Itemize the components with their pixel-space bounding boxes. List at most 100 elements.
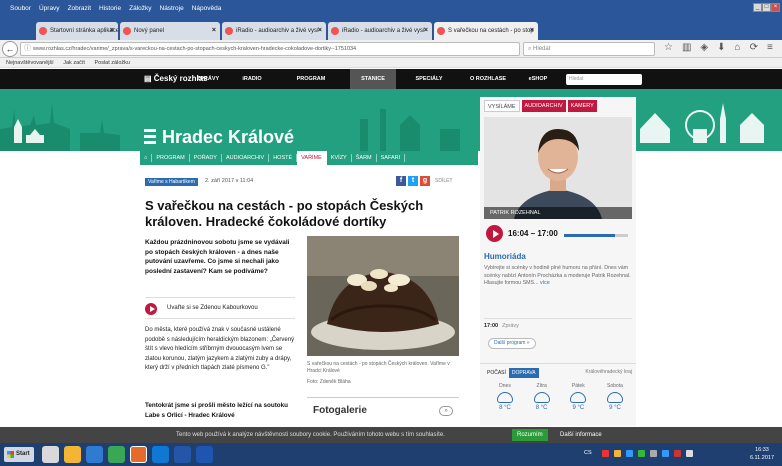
menu-item[interactable]: Úpravy bbox=[35, 0, 64, 18]
pocket-icon[interactable]: ◈ bbox=[700, 42, 708, 53]
subnav-item[interactable]: AUDIOARCHIV bbox=[222, 154, 270, 162]
tray-app-icon[interactable] bbox=[614, 450, 621, 457]
google-plus-icon[interactable]: g bbox=[420, 176, 430, 186]
bookmark-getting-started[interactable]: Jak začít bbox=[63, 60, 85, 66]
taskbar-explorer-icon[interactable] bbox=[42, 446, 59, 463]
logo-icon: ▤ bbox=[144, 74, 154, 83]
tab-close-icon[interactable]: × bbox=[318, 22, 322, 40]
gallery-header[interactable]: Fotogalerie » bbox=[307, 397, 459, 421]
browser-search-input[interactable]: ⌕ Hledat bbox=[523, 42, 655, 56]
browser-tab[interactable]: iRadio - audioarchiv a živé vysí × bbox=[328, 22, 432, 40]
twitter-icon[interactable]: t bbox=[408, 176, 418, 186]
tab-close-icon[interactable]: × bbox=[110, 22, 114, 40]
menu-item[interactable]: Nástroje bbox=[156, 0, 188, 18]
cookie-accept-button[interactable]: Rozumím bbox=[512, 429, 548, 441]
browser-tab[interactable]: Startovní stránka aplikace Mozi× bbox=[36, 22, 118, 40]
window-controls: _ □ × bbox=[753, 3, 780, 12]
minimize-button[interactable]: _ bbox=[753, 3, 762, 12]
subnav-item[interactable]: VAŘÍME bbox=[297, 151, 327, 165]
site-nav-item[interactable]: O ROZHLASE bbox=[460, 69, 516, 89]
site-nav-item[interactable]: eSHOP bbox=[520, 69, 556, 89]
security-icon[interactable] bbox=[674, 450, 681, 457]
menu-item[interactable]: Záložky bbox=[125, 0, 155, 18]
taskbar-ie-icon[interactable] bbox=[86, 446, 103, 463]
subnav-item[interactable]: POŘADY bbox=[190, 154, 222, 162]
bookmark-send-link[interactable]: Poslat záložku bbox=[94, 60, 129, 66]
subnav-item[interactable]: HOSTÉ bbox=[269, 154, 298, 162]
site-nav-item[interactable]: ZPRÁVY bbox=[188, 69, 228, 89]
url-bar[interactable]: ⓘ www.rozhlas.cz/hradec/varime/_zprava/s… bbox=[20, 42, 520, 56]
bluetooth-icon[interactable] bbox=[662, 450, 669, 457]
tab-close-icon[interactable]: × bbox=[530, 22, 534, 40]
tab-doprava[interactable]: DOPRAVA bbox=[508, 368, 539, 378]
subnav-item[interactable]: KVÍZY bbox=[327, 154, 352, 162]
subnav-item[interactable]: ŠARM bbox=[352, 154, 377, 162]
show-title[interactable]: Humoriáda bbox=[484, 252, 526, 261]
home-icon[interactable]: ⌂ bbox=[735, 42, 741, 53]
weather-tabs: POČASÍ DOPRAVA bbox=[484, 368, 539, 378]
taskbar-excel-icon[interactable] bbox=[108, 446, 125, 463]
tab-close-icon[interactable]: × bbox=[212, 22, 216, 40]
play-icon[interactable] bbox=[145, 303, 157, 315]
site-nav-item[interactable]: iRADIO bbox=[232, 69, 272, 89]
tab-close-icon[interactable]: × bbox=[424, 22, 428, 40]
weather-region[interactable]: Královéhradecký kraj bbox=[585, 369, 632, 375]
menu-item[interactable]: Nápověda bbox=[188, 0, 226, 18]
taskbar-word-icon[interactable] bbox=[196, 446, 213, 463]
browser-tab[interactable]: Nový panel × bbox=[120, 22, 220, 40]
facebook-icon[interactable]: f bbox=[396, 176, 406, 186]
article-photo[interactable] bbox=[307, 236, 459, 356]
sync-icon[interactable]: ⟳ bbox=[750, 42, 758, 53]
bookmark-most-visited[interactable]: Nejnavštěvovanější bbox=[6, 60, 54, 66]
browser-tab[interactable]: iRadio - audioarchiv a živé vysí × bbox=[222, 22, 326, 40]
back-button[interactable]: ← bbox=[2, 41, 18, 57]
site-search-input[interactable]: Hledat bbox=[566, 74, 642, 85]
station-title[interactable]: Hradec Králové bbox=[144, 127, 294, 148]
tab-audioarchiv[interactable]: AUDIOARCHIV bbox=[521, 100, 566, 112]
taskbar-skype-icon[interactable] bbox=[174, 446, 191, 463]
subnav-item[interactable]: SAFARI bbox=[377, 154, 406, 162]
hamburger-menu-icon[interactable]: ≡ bbox=[767, 42, 773, 53]
home-icon[interactable]: ⌂ bbox=[140, 154, 153, 162]
gallery-arrow-icon[interactable]: » bbox=[439, 406, 453, 416]
site-nav-item[interactable]: PROGRAM bbox=[288, 69, 334, 89]
menu-item[interactable]: Soubor bbox=[6, 0, 35, 18]
maximize-button[interactable]: □ bbox=[762, 3, 771, 12]
photo-credit: Foto: Zdeněk Bláha bbox=[307, 379, 351, 385]
language-indicator[interactable]: CS bbox=[584, 450, 592, 456]
tab-kamery[interactable]: KAMERY bbox=[567, 100, 597, 112]
network-icon[interactable] bbox=[626, 450, 633, 457]
tab-pocasi[interactable]: POČASÍ bbox=[484, 368, 509, 378]
next-program-button[interactable]: Další program » bbox=[488, 338, 536, 349]
subnav-item[interactable]: PROGRAM bbox=[152, 154, 190, 162]
clock[interactable]: 16:33 6.11.2017 bbox=[750, 446, 774, 462]
start-button[interactable]: Start bbox=[4, 447, 34, 462]
taskbar-firefox-icon[interactable] bbox=[130, 446, 147, 463]
antivirus-icon[interactable] bbox=[602, 450, 609, 457]
taskbar-folder-icon[interactable] bbox=[64, 446, 81, 463]
tab-bar: Startovní stránka aplikace Mozi×Nový pan… bbox=[0, 18, 782, 54]
tab-vysilame[interactable]: VYSÍLÁME bbox=[484, 100, 520, 112]
library-icon[interactable]: ▥ bbox=[682, 42, 691, 53]
category-badge[interactable]: Vaříme s Habartíkem bbox=[145, 178, 198, 186]
battery-icon[interactable] bbox=[650, 450, 657, 457]
cookie-more-link[interactable]: Další informace bbox=[560, 427, 602, 443]
tab-label: iRadio - audioarchiv a živé vysí bbox=[342, 28, 425, 34]
site-nav-item[interactable]: STANICE bbox=[350, 69, 396, 89]
taskbar-outlook-icon[interactable] bbox=[152, 446, 169, 463]
update-icon[interactable] bbox=[638, 450, 645, 457]
article-title: S vařečkou na cestách - po stopách Český… bbox=[145, 198, 424, 229]
more-link[interactable]: více bbox=[540, 280, 550, 286]
star-icon[interactable]: ☆ bbox=[664, 42, 673, 53]
volume-icon[interactable] bbox=[686, 450, 693, 457]
weather-temp: 9 °C bbox=[572, 405, 585, 411]
audio-player[interactable]: Uvařte si se Zdenou Kabourkovou bbox=[145, 297, 295, 319]
site-nav-item[interactable]: SPECIÁLY bbox=[406, 69, 452, 89]
menu-item[interactable]: Zobrazit bbox=[64, 0, 95, 18]
info-icon[interactable]: ⓘ bbox=[24, 43, 31, 55]
close-window-button[interactable]: × bbox=[771, 3, 780, 12]
live-play-icon[interactable] bbox=[486, 225, 503, 242]
download-icon[interactable]: ⬇ bbox=[717, 42, 725, 53]
browser-tab[interactable]: S vařečkou na cestách - po stop × bbox=[434, 22, 538, 40]
menu-item[interactable]: Historie bbox=[95, 0, 125, 18]
